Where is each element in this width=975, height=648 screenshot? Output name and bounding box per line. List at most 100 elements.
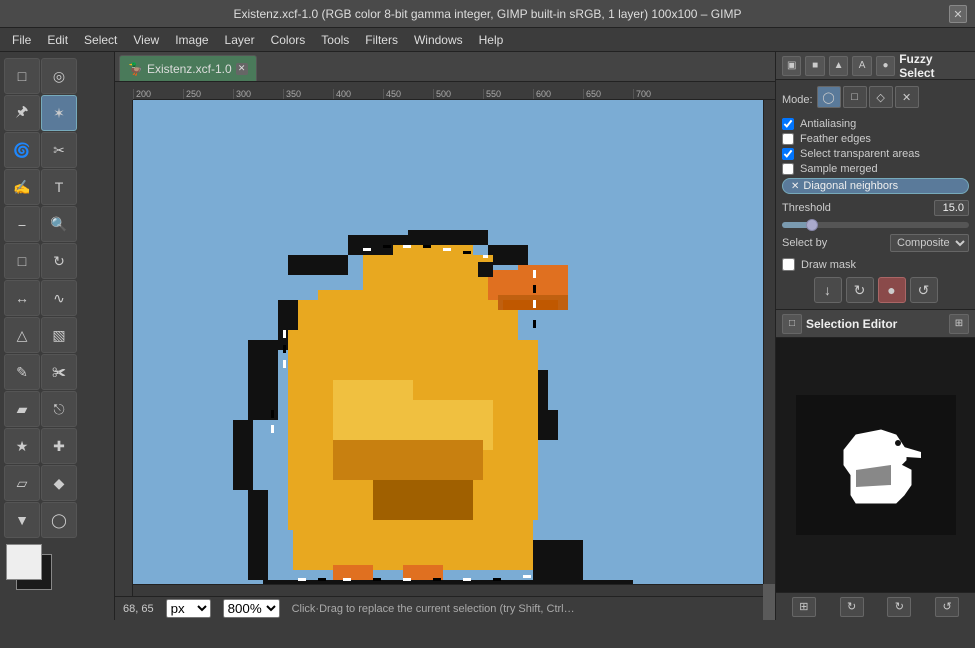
canvas-tab-active[interactable]: 🦆 Existenz.xcf-1.0 ✕ xyxy=(119,55,257,81)
unit-selector[interactable]: px mm in xyxy=(166,599,211,618)
antialiasing-checkbox[interactable] xyxy=(782,118,794,130)
tool-fuzzy-select[interactable]: ✶ xyxy=(41,95,77,131)
horizontal-scrollbar[interactable] xyxy=(133,584,763,596)
toolbox: □ ◎ 🖈 ✶ 🌀 ✂ ✍ T ⎯ 🔍 □ ↻ ↔ ∿ △ ▧ ✎ ✀ xyxy=(0,52,115,620)
tab-label: Existenz.xcf-1.0 xyxy=(147,62,232,76)
tool-blur[interactable]: ◆ xyxy=(41,465,77,501)
tool-bucket[interactable]: △ xyxy=(4,317,40,353)
tool-crop[interactable]: □ xyxy=(4,243,40,279)
action-undo-btn[interactable]: ↺ xyxy=(910,277,938,303)
tool-pencil[interactable]: ✎ xyxy=(4,354,40,390)
tool-transform[interactable]: ↻ xyxy=(41,243,77,279)
tool-paths[interactable]: ✍ xyxy=(4,169,40,205)
select-transparent-checkbox[interactable] xyxy=(782,148,794,160)
tool-free-select[interactable]: 🖈 xyxy=(4,95,40,131)
threshold-slider[interactable] xyxy=(782,222,969,228)
diagonal-neighbors-badge[interactable]: ✕ Diagonal neighbors xyxy=(782,178,969,194)
selection-editor-header: □ Selection Editor ⊞ xyxy=(776,310,975,338)
tool-eraser[interactable]: ▰ xyxy=(4,391,40,427)
tool-scissors[interactable]: ✂ xyxy=(41,132,77,168)
tool-colors xyxy=(6,544,66,594)
sel-editor-icon[interactable]: □ xyxy=(782,314,802,334)
ruler-tick: 550 xyxy=(483,89,533,99)
tool-by-color[interactable]: 🌀 xyxy=(4,132,40,168)
action-delete-btn[interactable]: ● xyxy=(878,277,906,303)
tool-heal[interactable]: ✚ xyxy=(41,428,77,464)
tool-options-panel: ▣ ■ ▲ A ● Fuzzy Select Mode: ◯ □ ◇ ✕ xyxy=(776,52,975,310)
sample-merged-checkbox[interactable] xyxy=(782,163,794,175)
tool-zoom[interactable]: 🔍 xyxy=(41,206,77,242)
close-button[interactable]: ✕ xyxy=(949,5,967,23)
panel-icon-misc[interactable]: ● xyxy=(876,56,895,76)
mode-btn-subtract[interactable]: ◇ xyxy=(869,86,893,108)
sel-edit-new-btn[interactable]: ⊞ xyxy=(792,597,816,617)
antialiasing-row: Antialiasing xyxy=(782,118,969,130)
titlebar: Existenz.xcf-1.0 (RGB color 8-bit gamma … xyxy=(0,0,975,28)
window-title: Existenz.xcf-1.0 (RGB color 8-bit gamma … xyxy=(234,7,742,21)
mode-btn-replace[interactable]: ◯ xyxy=(817,86,841,108)
threshold-handle[interactable] xyxy=(806,219,818,231)
select-by-label: Select by xyxy=(782,237,827,249)
menu-image[interactable]: Image xyxy=(167,31,216,49)
mode-btn-intersect[interactable]: ✕ xyxy=(895,86,919,108)
vertical-scrollbar[interactable] xyxy=(763,100,775,584)
tool-measure[interactable]: ⎯ xyxy=(4,206,40,242)
menu-select[interactable]: Select xyxy=(76,31,125,49)
sel-edit-undo-btn[interactable]: ↺ xyxy=(935,597,959,617)
tool-dodge[interactable]: ◯ xyxy=(41,502,77,538)
select-transparent-row: Select transparent areas xyxy=(782,148,969,160)
selection-preview xyxy=(776,338,975,592)
tool-smudge[interactable]: ▼ xyxy=(4,502,40,538)
tool-flip[interactable]: ↔ xyxy=(4,280,40,316)
selection-editor-panel: □ Selection Editor ⊞ xyxy=(776,310,975,620)
sel-edit-delete-btn[interactable]: ↻ xyxy=(887,597,911,617)
menu-filters[interactable]: Filters xyxy=(357,31,406,49)
threshold-value[interactable]: 15.0 xyxy=(934,200,969,216)
menu-layer[interactable]: Layer xyxy=(217,31,263,49)
ruler-tick: 650 xyxy=(583,89,633,99)
ruler-tick: 400 xyxy=(333,89,383,99)
menu-tools[interactable]: Tools xyxy=(313,31,357,49)
zoom-selector[interactable]: 800% 400% 200% 100% xyxy=(223,599,280,618)
canvas-container: 🦆 Existenz.xcf-1.0 ✕ 200 250 300 350 400… xyxy=(115,52,775,620)
badge-remove-icon[interactable]: ✕ xyxy=(791,181,799,192)
tool-clone[interactable]: ★ xyxy=(4,428,40,464)
draw-mask-checkbox[interactable] xyxy=(782,258,795,271)
sel-editor-expand-btn[interactable]: ⊞ xyxy=(949,314,969,334)
select-by-row: Select by Composite Red Green Blue Alpha xyxy=(782,234,969,252)
foreground-color[interactable] xyxy=(6,544,42,580)
tool-airbrush[interactable]: ⎋ xyxy=(41,391,77,427)
tool-perspective-clone[interactable]: ▱ xyxy=(4,465,40,501)
status-message: Click·Drag to replace the current select… xyxy=(292,603,755,615)
action-save-btn[interactable]: ↓ xyxy=(814,277,842,303)
ruler-tick: 350 xyxy=(283,89,333,99)
tool-gradient[interactable]: ▧ xyxy=(41,317,77,353)
action-reset-btn[interactable]: ↻ xyxy=(846,277,874,303)
panel-icon-paint[interactable]: ■ xyxy=(805,56,824,76)
tool-rect-select[interactable]: □ xyxy=(4,58,40,94)
menu-edit[interactable]: Edit xyxy=(39,31,76,49)
tool-warp[interactable]: ∿ xyxy=(41,280,77,316)
panel-icon-font[interactable]: A xyxy=(852,56,871,76)
menu-windows[interactable]: Windows xyxy=(406,31,471,49)
select-by-dropdown[interactable]: Composite Red Green Blue Alpha xyxy=(890,234,969,252)
ruler-corner xyxy=(115,82,133,100)
canvas-viewport[interactable] xyxy=(133,100,763,584)
panel-icon-view[interactable]: ▣ xyxy=(782,56,801,76)
diagonal-neighbors-label: Diagonal neighbors xyxy=(803,180,898,192)
mode-btn-add[interactable]: □ xyxy=(843,86,867,108)
panel-icon-color[interactable]: ▲ xyxy=(829,56,848,76)
menu-file[interactable]: File xyxy=(4,31,39,49)
tool-options-content: Mode: ◯ □ ◇ ✕ Antialiasing Feath xyxy=(776,80,975,309)
sel-edit-save-btn[interactable]: ↻ xyxy=(840,597,864,617)
tab-close-button[interactable]: ✕ xyxy=(236,63,248,75)
tool-paintbrush[interactable]: ✀ xyxy=(41,354,77,390)
ruler-tick: 250 xyxy=(183,89,233,99)
menu-view[interactable]: View xyxy=(125,31,167,49)
menu-colors[interactable]: Colors xyxy=(263,31,314,49)
menu-help[interactable]: Help xyxy=(471,31,512,49)
feather-edges-checkbox[interactable] xyxy=(782,133,794,145)
tool-ellipse-select[interactable]: ◎ xyxy=(41,58,77,94)
tab-icon: 🦆 xyxy=(128,62,143,76)
tool-text[interactable]: T xyxy=(41,169,77,205)
